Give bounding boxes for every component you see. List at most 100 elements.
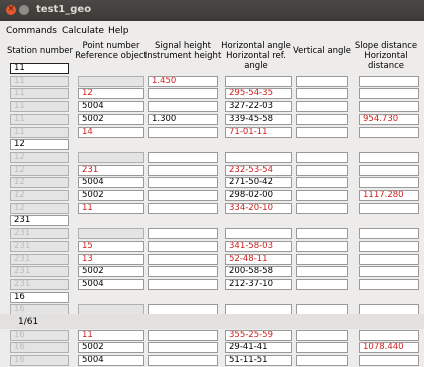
station-number-input[interactable]: 231	[10, 215, 69, 227]
signal-height-input[interactable]	[148, 355, 218, 367]
vertical-angle-input[interactable]	[296, 329, 348, 341]
point-number-input[interactable]: 5004	[78, 101, 144, 113]
point-number-input[interactable]: 5004	[78, 355, 144, 367]
vertical-angle-input[interactable]	[296, 355, 348, 367]
slope-distance-input[interactable]: 1117.280	[359, 190, 419, 201]
observation-row: 231 15 341-58-03	[0, 240, 424, 253]
horizontal-angle-input[interactable]	[225, 151, 292, 163]
horizontal-angle-input[interactable]: 298-02-00	[225, 190, 292, 201]
signal-height-input[interactable]	[148, 342, 218, 354]
horizontal-angle-input[interactable]: 29-41-41	[225, 342, 292, 354]
horizontal-angle-input[interactable]: 327-22-03	[225, 101, 292, 113]
point-number-input[interactable]: 12	[78, 88, 144, 100]
point-number-input[interactable]: 15	[78, 240, 144, 252]
point-number-input[interactable]: 14	[78, 126, 144, 138]
slope-distance-input[interactable]	[359, 75, 419, 87]
point-number-input[interactable]: 5002	[78, 266, 144, 278]
horizontal-angle-input[interactable]: 341-58-03	[225, 240, 292, 252]
signal-height-input[interactable]	[148, 240, 218, 252]
slope-distance-input[interactable]	[359, 126, 419, 138]
vertical-angle-input[interactable]	[296, 190, 348, 201]
vertical-angle-input[interactable]	[296, 253, 348, 265]
station-number-input[interactable]: 11	[10, 63, 69, 74]
horizontal-angle-input[interactable]: 271-50-42	[225, 177, 292, 189]
station-number-cell: 231	[10, 266, 69, 278]
vertical-angle-input[interactable]	[296, 101, 348, 113]
slope-distance-input[interactable]	[359, 164, 419, 176]
horizontal-angle-input[interactable]: 212-37-10	[225, 278, 292, 290]
horizontal-angle-input[interactable]: 339-45-58	[225, 113, 292, 125]
signal-height-input[interactable]	[148, 164, 218, 176]
vertical-angle-input[interactable]	[296, 113, 348, 125]
point-number-input[interactable]: 13	[78, 253, 144, 265]
vertical-angle-input[interactable]	[296, 126, 348, 138]
slope-distance-input[interactable]	[359, 202, 419, 214]
slope-distance-input[interactable]	[359, 101, 419, 113]
slope-distance-input[interactable]: 1078.440	[359, 342, 419, 354]
signal-height-input[interactable]	[148, 266, 218, 278]
signal-height-input[interactable]	[148, 126, 218, 138]
slope-distance-input[interactable]	[359, 151, 419, 163]
point-number-input[interactable]: 11	[78, 202, 144, 214]
vertical-angle-input[interactable]	[296, 151, 348, 163]
vertical-angle-input[interactable]	[296, 228, 348, 240]
station-number-input[interactable]: 16	[10, 291, 69, 303]
horizontal-angle-input[interactable]: 71-01-11	[225, 126, 292, 138]
slope-distance-input[interactable]	[359, 228, 419, 240]
slope-distance-input[interactable]	[359, 88, 419, 100]
horizontal-angle-input[interactable]: 51-11-51	[225, 355, 292, 367]
horizontal-angle-input[interactable]: 52-48-11	[225, 253, 292, 265]
vertical-angle-input[interactable]	[296, 266, 348, 278]
signal-height-input[interactable]: 1.300	[148, 113, 218, 125]
point-number-input[interactable]: 231	[78, 164, 144, 176]
slope-distance-input[interactable]	[359, 278, 419, 290]
vertical-angle-input[interactable]	[296, 278, 348, 290]
close-button[interactable]: ×	[6, 4, 16, 15]
horizontal-angle-input[interactable]: 295-54-35	[225, 88, 292, 100]
signal-height-input[interactable]	[148, 151, 218, 163]
point-number-input[interactable]: 5004	[78, 177, 144, 189]
vertical-angle-input[interactable]	[296, 88, 348, 100]
slope-distance-input[interactable]	[359, 177, 419, 189]
point-number-input[interactable]: 11	[78, 329, 144, 341]
slope-distance-input[interactable]: 954.730	[359, 113, 419, 125]
point-number-input[interactable]: 5002	[78, 190, 144, 201]
horizontal-angle-input[interactable]: 355-25-59	[225, 329, 292, 341]
signal-height-input[interactable]	[148, 253, 218, 265]
slope-distance-input[interactable]	[359, 253, 419, 265]
menu-help[interactable]: Help	[108, 26, 129, 36]
horizontal-angle-input[interactable]	[225, 75, 292, 87]
vertical-angle-input[interactable]	[296, 75, 348, 87]
signal-height-input[interactable]	[148, 278, 218, 290]
point-number-input[interactable]: 5002	[78, 342, 144, 354]
horizontal-angle-input[interactable]: 334-20-10	[225, 202, 292, 214]
signal-height-input[interactable]	[148, 88, 218, 100]
slope-distance-input[interactable]	[359, 266, 419, 278]
menu-calculate[interactable]: Calculate	[62, 26, 104, 36]
slope-distance-input[interactable]	[359, 329, 419, 341]
signal-height-input[interactable]	[148, 228, 218, 240]
signal-height-input[interactable]: 1.450	[148, 75, 218, 87]
signal-height-input[interactable]	[148, 202, 218, 214]
menu-commands[interactable]: Commands	[6, 26, 57, 36]
signal-height-input[interactable]	[148, 190, 218, 201]
vertical-angle-input[interactable]	[296, 240, 348, 252]
slope-distance-input[interactable]	[359, 240, 419, 252]
horizontal-angle-input[interactable]	[225, 228, 292, 240]
minimize-button[interactable]	[19, 5, 29, 15]
vertical-angle-input[interactable]	[296, 177, 348, 189]
vertical-angle-input[interactable]	[296, 164, 348, 176]
horizontal-angle-input[interactable]: 232-53-54	[225, 164, 292, 176]
signal-height-input[interactable]	[148, 329, 218, 341]
horizontal-angle-input[interactable]: 200-58-58	[225, 266, 292, 278]
observation-row: 12 5002 298-02-00 1117.280	[0, 190, 424, 202]
station-number-input[interactable]: 12	[10, 139, 69, 151]
signal-height-input[interactable]	[148, 177, 218, 189]
vertical-angle-input[interactable]	[296, 342, 348, 354]
vertical-angle-input[interactable]	[296, 202, 348, 214]
point-number-input[interactable]: 5004	[78, 278, 144, 290]
slope-distance-input[interactable]	[359, 355, 419, 367]
signal-height-input[interactable]	[148, 101, 218, 113]
observation-row: 16 5002 29-41-41 1078.440	[0, 342, 424, 354]
point-number-input[interactable]: 5002	[78, 113, 144, 125]
